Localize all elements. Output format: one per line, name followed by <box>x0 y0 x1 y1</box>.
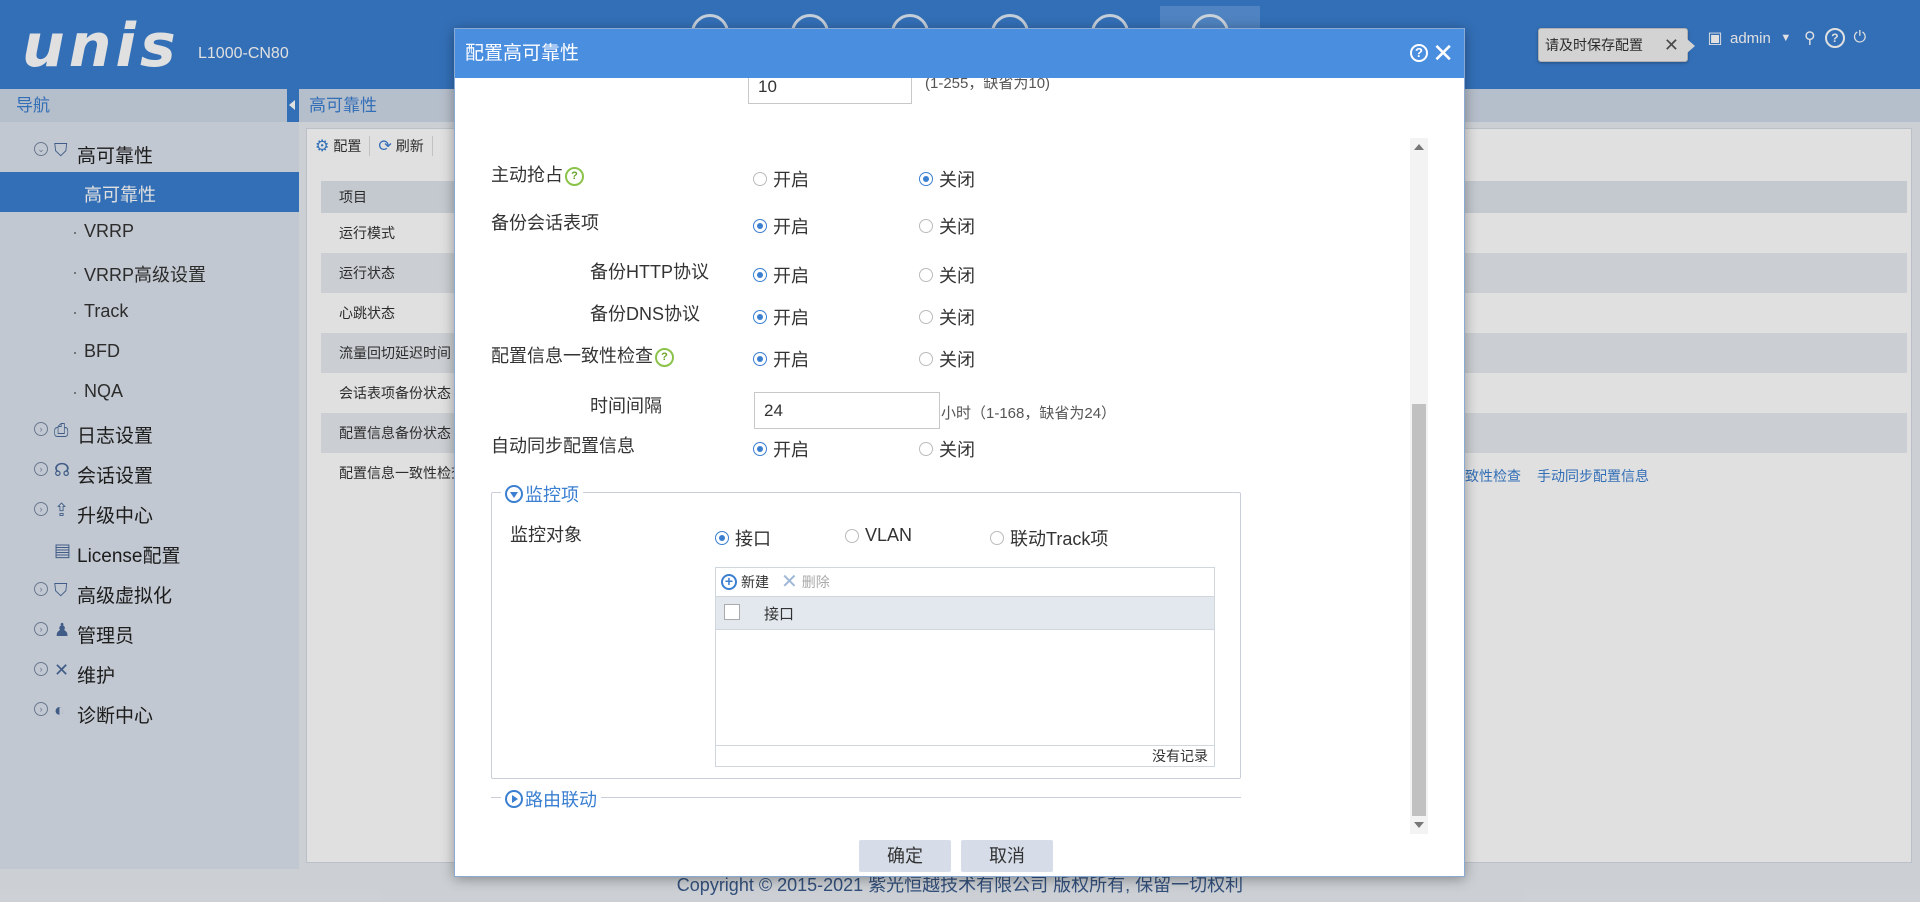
monitor-interface-radio[interactable]: 接口 <box>715 525 771 551</box>
interval-hint: 小时（1-168，缺省为24） <box>941 405 1117 422</box>
help-icon[interactable]: ? <box>655 348 674 367</box>
delete-label: 删除 <box>801 574 830 590</box>
delete-icon: ✕ <box>781 571 798 593</box>
interval-input[interactable]: 24 <box>754 392 940 429</box>
backup-session-on-radio[interactable]: 开启 <box>753 213 809 239</box>
interface-grid: + 新建 ✕ 删除 接口 没有记录 <box>715 567 1215 767</box>
expand-icon[interactable] <box>505 790 523 808</box>
close-icon[interactable]: ✕ <box>1432 29 1454 78</box>
preempt-label-text: 主动抢占 <box>491 165 563 185</box>
monitor-legend[interactable]: 监控项 <box>501 481 583 507</box>
consistency-check-label: 配置信息一致性检查? <box>491 342 674 368</box>
preempt-label: 主动抢占? <box>491 161 584 187</box>
interface-column-header[interactable]: 接口 <box>764 603 794 624</box>
divider <box>601 797 1241 798</box>
scroll-up-icon[interactable] <box>1414 144 1424 150</box>
backup-dns-label: 备份DNS协议 <box>590 304 701 324</box>
scroll-down-icon[interactable] <box>1414 822 1424 828</box>
route-legend[interactable]: 路由联动 <box>501 786 601 812</box>
scroll-thumb[interactable] <box>1412 404 1426 816</box>
monitor-vlan-radio[interactable]: VLAN <box>845 525 912 546</box>
consistency-check-on-radio[interactable]: 开启 <box>753 346 809 372</box>
dialog-scroll-area[interactable]: 10 (1-255，缺省为10) 主动抢占? 开启 关闭 备份会话表项 开启 关… <box>455 78 1464 841</box>
backup-session-off-radio[interactable]: 关闭 <box>919 213 975 239</box>
ok-button[interactable]: 确定 <box>859 840 951 872</box>
vertical-scrollbar[interactable] <box>1410 138 1428 834</box>
ha-config-dialog: 配置高可靠性 ? ✕ 10 (1-255，缺省为10) 主动抢占? 开启 关闭 … <box>454 28 1465 877</box>
truncated-hint: (1-255，缺省为10) <box>925 78 1051 92</box>
truncated-input[interactable]: 10 <box>748 78 912 104</box>
auto-sync-label: 自动同步配置信息 <box>491 436 635 456</box>
grid-header: 接口 <box>716 596 1214 630</box>
new-label: 新建 <box>741 574 769 590</box>
plus-icon: + <box>721 574 737 590</box>
cancel-button[interactable]: 取消 <box>961 840 1053 872</box>
backup-http-on-radio[interactable]: 开启 <box>753 262 809 288</box>
grid-toolbar: + 新建 ✕ 删除 <box>716 568 1214 596</box>
divider <box>491 797 501 798</box>
backup-session-label: 备份会话表项 <box>491 213 599 233</box>
delete-button[interactable]: ✕ 删除 <box>781 572 830 592</box>
dialog-title-bar: 配置高可靠性 ? ✕ <box>455 29 1464 78</box>
consistency-check-off-radio[interactable]: 关闭 <box>919 346 975 372</box>
backup-dns-off-radio[interactable]: 关闭 <box>919 304 975 330</box>
auto-sync-off-radio[interactable]: 关闭 <box>919 436 975 462</box>
route-legend-text: 路由联动 <box>525 790 597 810</box>
collapse-icon[interactable] <box>505 485 523 503</box>
backup-http-label: 备份HTTP协议 <box>590 262 709 282</box>
backup-http-off-radio[interactable]: 关闭 <box>919 262 975 288</box>
auto-sync-on-radio[interactable]: 开启 <box>753 436 809 462</box>
preempt-off-radio[interactable]: 关闭 <box>919 166 975 192</box>
help-icon[interactable]: ? <box>1410 44 1428 62</box>
backup-dns-on-radio[interactable]: 开启 <box>753 304 809 330</box>
interval-label: 时间间隔 <box>590 396 662 416</box>
monitor-legend-text: 监控项 <box>525 485 579 505</box>
new-button[interactable]: + 新建 <box>721 572 769 592</box>
preempt-on-radio[interactable]: 开启 <box>753 166 809 192</box>
monitor-track-radio[interactable]: 联动Track项 <box>990 525 1108 551</box>
select-all-checkbox[interactable] <box>724 604 740 620</box>
consistency-check-label-text: 配置信息一致性检查 <box>491 346 653 366</box>
dialog-title: 配置高可靠性 <box>465 43 580 64</box>
grid-empty-text: 没有记录 <box>716 745 1214 766</box>
help-icon[interactable]: ? <box>565 167 584 186</box>
monitor-target-label: 监控对象 <box>510 525 582 545</box>
